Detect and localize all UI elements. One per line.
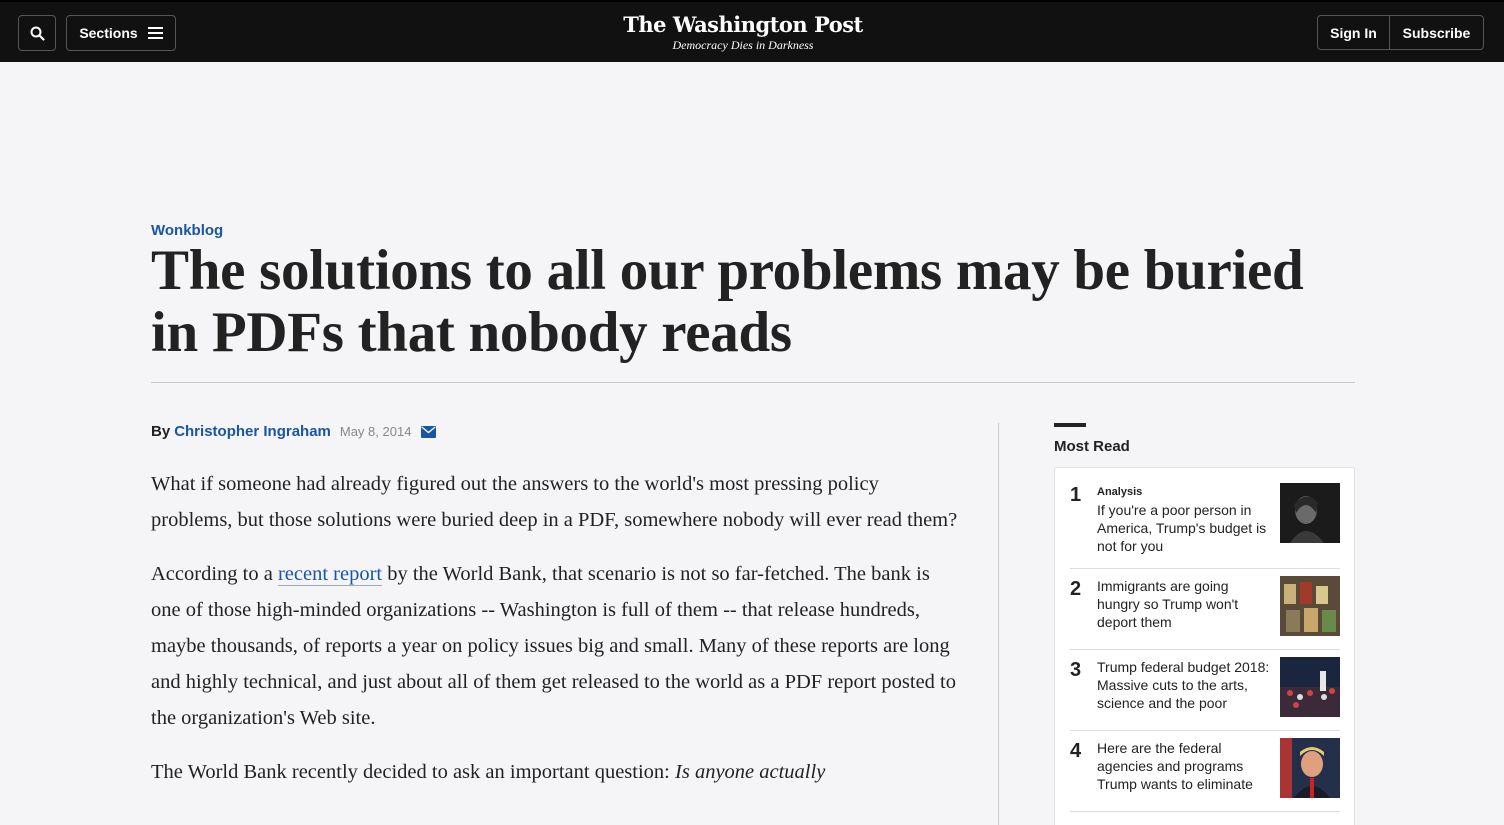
subscribe-button[interactable]: Subscribe (1390, 15, 1484, 50)
thumbnail-image (1280, 483, 1340, 543)
most-read-text: Analysis If you're a poor person in Amer… (1097, 484, 1275, 555)
most-read-accent-bar (1054, 423, 1086, 427)
paragraph-1: What if someone had already figured out … (151, 473, 958, 531)
hamburger-icon (147, 24, 163, 42)
most-read-headline: Immigrants are going hungry so Trump won… (1097, 578, 1239, 630)
logo-tagline: Democracy Dies in Darkness (672, 38, 814, 52)
most-read-headline: Trump federal budget 2018: Massive cuts … (1097, 659, 1270, 711)
article-body: What if someone had already figured out … (151, 466, 961, 808)
paragraph-3-before: The World Bank recently decided to ask a… (151, 761, 676, 783)
analysis-label: Analysis (1097, 486, 1143, 498)
paragraph-3: The World Bank recently decided to ask a… (151, 754, 961, 790)
search-button[interactable] (18, 15, 56, 51)
author-link[interactable]: Christopher Ingraham (174, 423, 331, 440)
logo-name: The Washington Post (623, 12, 863, 37)
rank-number: 3 (1070, 659, 1082, 681)
paragraph-2-before: According to a (151, 563, 278, 585)
most-read-headline: If you're a poor person in America, Trum… (1097, 502, 1267, 554)
headline-divider (151, 382, 1355, 383)
search-icon (30, 26, 45, 41)
rank-number: 1 (1070, 484, 1082, 506)
most-read-item[interactable]: 3 Trump federal budget 2018: Massive cut… (1070, 650, 1340, 731)
sign-in-button[interactable]: Sign In (1317, 15, 1390, 50)
rank-number: 4 (1070, 740, 1082, 762)
paragraph-2: According to a recent report by the Worl… (151, 556, 961, 736)
most-read-list: 1 Analysis If you're a poor person in Am… (1054, 467, 1355, 825)
recent-report-link[interactable]: recent report (277, 563, 383, 586)
paragraph-3-italic: Is anyone actually (675, 761, 826, 783)
paragraph-2-after: by the World Bank, that scenario is not … (151, 563, 956, 729)
article-headline: The solutions to all our problems may be… (151, 239, 1304, 364)
top-nav-bar: Sections The Washington Post Democracy D… (0, 0, 1504, 62)
thumbnail-image (1280, 576, 1340, 636)
publish-date: May 8, 2014 (339, 424, 412, 439)
thumbnail-image (1280, 657, 1340, 717)
most-read-title: Most Read (1054, 438, 1130, 455)
site-logo[interactable]: The Washington Post Democracy Dies in Da… (600, 12, 886, 53)
sections-label: Sections (79, 25, 138, 41)
email-icon[interactable] (421, 425, 437, 438)
thumbnail-image (1280, 738, 1340, 798)
byline: By Christopher Ingraham May 8, 2014 (151, 423, 437, 440)
rank-number: 2 (1070, 578, 1082, 600)
section-kicker[interactable]: Wonkblog (151, 222, 223, 239)
most-read-headline: Here are the federal agencies and progra… (1097, 740, 1253, 792)
column-divider (998, 423, 999, 825)
most-read-item[interactable]: 2 Immigrants are going hungry so Trump w… (1070, 569, 1340, 650)
sections-menu-button[interactable]: Sections (66, 15, 176, 51)
byline-prefix: By (151, 423, 171, 440)
most-read-item[interactable]: 4 Here are the federal agencies and prog… (1070, 731, 1340, 812)
most-read-item[interactable]: 1 Analysis If you're a poor person in Am… (1070, 482, 1340, 569)
